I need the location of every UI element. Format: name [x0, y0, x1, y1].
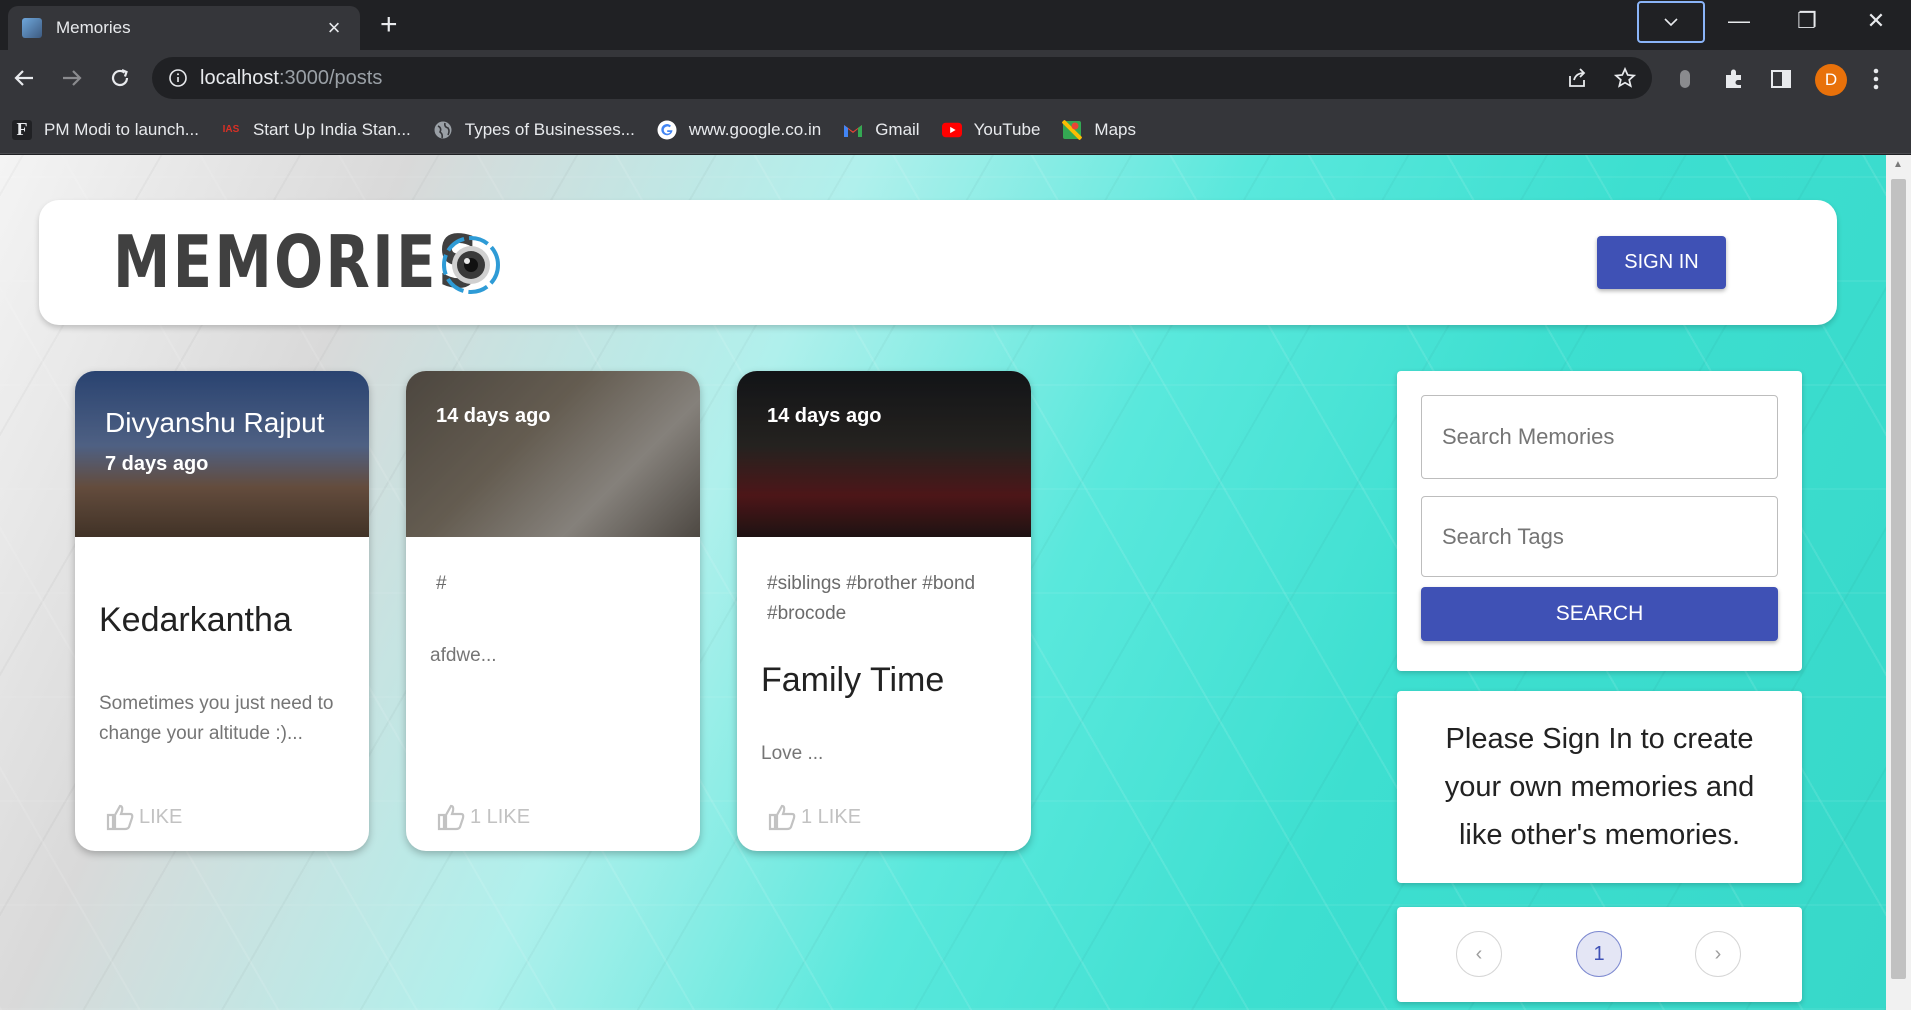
- post-time: 14 days ago: [436, 405, 551, 427]
- restore-button[interactable]: ❐: [1787, 8, 1827, 34]
- extensions-puzzle-icon[interactable]: [1722, 67, 1746, 91]
- address-bar[interactable]: localhost:3000/posts: [152, 57, 1652, 99]
- bookmark-label: Start Up India Stan...: [252, 119, 411, 139]
- post-time: 14 days ago: [767, 405, 882, 427]
- post-message: Sometimes you just need to change your a…: [99, 693, 334, 744]
- page-viewport: MEMORIES SIGN IN Divyanshu Rajput 7 days…: [0, 155, 1886, 1010]
- chevron-right-icon: ›: [1714, 942, 1722, 965]
- globe-icon: [434, 121, 452, 138]
- sign-in-button[interactable]: SIGN IN: [1597, 236, 1726, 289]
- bookmark-label: Gmail: [875, 119, 920, 139]
- bookmark-star-icon[interactable]: [1614, 67, 1636, 89]
- sign-in-prompt-text: Please Sign In to create your own memori…: [1444, 723, 1755, 851]
- thumb-up-icon: [106, 804, 134, 831]
- bookmark-label: Types of Businesses...: [464, 119, 635, 139]
- image-overlay: [406, 371, 700, 537]
- bookmark-label: www.google.co.in: [688, 119, 822, 139]
- forward-button[interactable]: [56, 62, 88, 94]
- new-tab-button[interactable]: +: [380, 10, 398, 40]
- like-button[interactable]: LIKE: [105, 803, 182, 831]
- minimize-button[interactable]: —: [1719, 8, 1759, 34]
- post-message: Love ...: [761, 743, 824, 764]
- search-button[interactable]: SEARCH: [1421, 587, 1778, 641]
- browser-toolbar: localhost:3000/posts D: [0, 50, 1911, 106]
- app-header: MEMORIES SIGN IN: [39, 200, 1837, 325]
- like-button[interactable]: 1 LIKE: [767, 803, 861, 831]
- tab-title: Memories: [56, 18, 131, 37]
- ias-icon: IAS: [222, 124, 240, 135]
- maps-icon: [1062, 119, 1083, 140]
- extension-mouse-icon[interactable]: [1677, 68, 1693, 90]
- brand-title[interactable]: MEMORIES: [113, 222, 482, 302]
- camera-lens-logo-icon: [442, 236, 500, 294]
- thumb-up-icon: [437, 804, 465, 831]
- post-card[interactable]: Divyanshu Rajput 7 days ago Kedarkantha …: [75, 371, 369, 851]
- post-message: afdwe...: [430, 645, 497, 666]
- bookmark-label: PM Modi to launch...: [44, 119, 199, 139]
- image-overlay: [737, 371, 1031, 537]
- post-card[interactable]: 14 days ago #siblings #brother #bond #br…: [737, 371, 1031, 851]
- sign-in-prompt-panel: Please Sign In to create your own memori…: [1397, 691, 1802, 883]
- info-icon: [169, 69, 187, 87]
- post-tags: #: [436, 573, 447, 594]
- search-memories-input[interactable]: [1421, 395, 1778, 479]
- url-host: localhost: [200, 66, 279, 89]
- bookmarks-bar: F PM Modi to launch... IAS Start Up Indi…: [0, 106, 1911, 154]
- post-title: Family Time: [761, 661, 945, 699]
- bookmark-item[interactable]: Gmail: [843, 119, 920, 140]
- post-card[interactable]: 14 days ago # afdwe... 1 LIKE: [406, 371, 700, 851]
- bookmark-item[interactable]: YouTube: [941, 119, 1041, 140]
- profile-avatar[interactable]: D: [1815, 64, 1847, 96]
- back-button[interactable]: [8, 62, 40, 94]
- pagination: ‹ 1 ›: [1397, 907, 1802, 1002]
- youtube-icon: [941, 122, 962, 137]
- chevron-left-icon: ‹: [1475, 942, 1483, 965]
- post-time: 7 days ago: [105, 453, 209, 475]
- bookmark-item[interactable]: www.google.co.in: [657, 120, 821, 140]
- share-icon[interactable]: [1566, 68, 1588, 88]
- bookmark-item[interactable]: IAS Start Up India Stan...: [221, 120, 411, 140]
- scroll-thumb[interactable]: [1891, 179, 1906, 979]
- post-title: Kedarkantha: [99, 601, 292, 639]
- gmail-icon: [844, 124, 863, 137]
- like-button[interactable]: 1 LIKE: [436, 803, 530, 831]
- like-count: 1 LIKE: [470, 805, 531, 828]
- tab-close-icon[interactable]: ×: [322, 15, 346, 41]
- bookmark-item[interactable]: F PM Modi to launch...: [12, 119, 199, 140]
- page-button-current[interactable]: 1: [1576, 931, 1622, 977]
- bookmark-label: Maps: [1094, 119, 1136, 139]
- url-text: localhost:3000/posts: [200, 67, 382, 90]
- more-menu-icon[interactable]: [1872, 67, 1880, 91]
- browser-tab[interactable]: Memories ×: [8, 6, 360, 50]
- side-panel-icon[interactable]: [1770, 68, 1792, 90]
- url-path: :3000/posts: [278, 66, 383, 89]
- arrow-left-icon: [14, 70, 33, 86]
- like-count: LIKE: [139, 805, 183, 828]
- search-panel: SEARCH: [1397, 371, 1802, 671]
- bookmark-label: YouTube: [973, 119, 1041, 139]
- post-image: [737, 371, 1031, 537]
- tab-search-button[interactable]: [1637, 1, 1705, 43]
- post-image: [406, 371, 700, 537]
- previous-page-button[interactable]: ‹: [1456, 931, 1502, 977]
- bookmark-item[interactable]: Types of Businesses...: [433, 120, 635, 140]
- google-icon: [657, 120, 677, 139]
- post-tags: #siblings #brother #bond #brocode: [767, 573, 976, 624]
- next-page-button[interactable]: ›: [1695, 931, 1741, 977]
- browser-tabstrip: Memories × + — ❐ ✕: [0, 0, 1911, 50]
- close-window-button[interactable]: ✕: [1856, 8, 1896, 34]
- scroll-up-arrow-icon[interactable]: ▲: [1893, 159, 1903, 170]
- page-scrollbar[interactable]: ▲: [1886, 155, 1911, 1010]
- bookmark-item[interactable]: Maps: [1062, 119, 1136, 140]
- thumb-up-icon: [768, 804, 796, 831]
- search-tags-input[interactable]: [1421, 496, 1778, 577]
- f-icon: F: [12, 119, 32, 140]
- reload-button[interactable]: [104, 62, 136, 94]
- chevron-down-icon: [1664, 18, 1678, 27]
- memories-favicon-icon: [22, 18, 42, 38]
- post-author: Divyanshu Rajput: [105, 407, 325, 438]
- reload-icon: [111, 68, 129, 87]
- arrow-right-icon: [63, 70, 82, 86]
- like-count: 1 LIKE: [801, 805, 862, 828]
